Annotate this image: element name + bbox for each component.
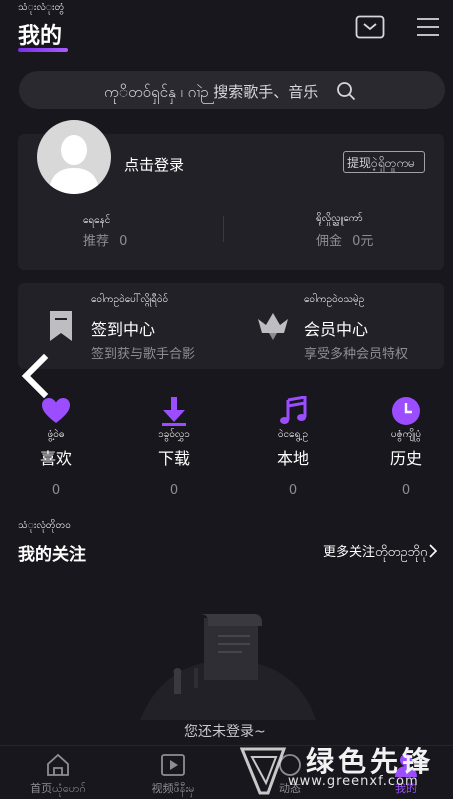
quick-download-count: 0 <box>169 483 179 498</box>
crown-icon[interactable] <box>256 309 290 341</box>
quick-history-label: 历史 <box>389 449 422 468</box>
quick-download[interactable]: ၥခွဝ်လွှၥ 下载 0 <box>134 396 214 498</box>
vip-center[interactable]: 会员中心 <box>304 316 368 340</box>
user-avatar-icon <box>49 135 99 194</box>
quick-favorite-count: 0 <box>51 483 61 498</box>
home-icon <box>47 753 69 776</box>
sign-in-subtitle: ဝေါကဥဝဲပေါ်လ္ဂိုရီဝဲဝ် <box>91 294 169 305</box>
back-arrow-icon[interactable] <box>18 354 50 398</box>
more-follow-link[interactable]: 更多关注တိုတဥဘိုဂု <box>323 541 427 563</box>
clock-icon <box>392 397 420 425</box>
commission-stat[interactable]: 佣金 0元 <box>316 230 373 249</box>
message-icon[interactable] <box>355 15 385 39</box>
page-title-subtitle: သံုးလံုးတွံ <box>18 2 65 13</box>
follow-title: 我的关注 <box>18 545 86 565</box>
sign-in-center[interactable]: 签到中心 <box>91 316 155 340</box>
heart-icon <box>42 398 70 423</box>
nav-item-video[interactable]: 视频ဖီနီးမှ <box>133 752 213 798</box>
nav-label-home: 首页ယုံဟေဂ် <box>30 782 86 795</box>
recommend-count: 0 <box>119 234 128 249</box>
stat-divider <box>223 216 224 242</box>
music-note-icon <box>280 396 307 424</box>
nav-label-video: 视频ဖီနီးမှ <box>151 782 195 795</box>
search-placeholder[interactable]: ကုိတဝ်ရှင်နှ ၊ ဂၢဲဉ 搜索歌手、音乐 <box>104 81 318 105</box>
quick-local-label: 本地 <box>276 449 309 468</box>
login-link[interactable]: 点击登录 <box>124 154 184 175</box>
page-title: 我的 <box>18 24 63 49</box>
avatar[interactable] <box>37 120 111 194</box>
quick-download-subtitle: ၥခွဝ်လွှၥ <box>158 429 190 440</box>
chevron-right-icon[interactable] <box>428 544 438 558</box>
nav-item-home[interactable]: 首页ယုံဟေဂ် <box>18 752 98 798</box>
watermark-url: www.greenxf.com <box>288 774 419 789</box>
quick-local[interactable]: ဝဲငရွေ့ဥ 本地 0 <box>253 396 333 498</box>
quick-local-subtitle: ဝဲငရွေ့ဥ <box>277 429 309 440</box>
quick-favorite-subtitle: ဖွံ့ဝဲဓ <box>47 429 65 440</box>
quick-favorite[interactable]: ဖွံ့ဝဲဓ 喜欢 0 <box>16 396 96 498</box>
quick-local-count: 0 <box>288 483 298 498</box>
vip-subtitle: ဝေါကဥဝဲဝသမဲ့ဥ <box>304 294 365 305</box>
commission-value: 0元 <box>352 234 374 249</box>
follow-subtitle: သံုးလုံတိုတဝ <box>18 520 71 531</box>
quick-download-label: 下载 <box>157 449 190 468</box>
recommend-stat[interactable]: 推荐 0 <box>83 230 127 249</box>
empty-state-illustration <box>140 614 316 720</box>
video-icon <box>161 754 185 776</box>
bookmark-icon[interactable] <box>48 309 74 343</box>
download-icon <box>162 397 186 426</box>
menu-icon[interactable] <box>416 16 440 38</box>
withdraw-button[interactable]: 提现ဝဲ့ရှိတူကမ <box>343 151 425 173</box>
recommend-subtitle: ရေနေင် <box>83 215 111 226</box>
commission-subtitle: ရိုလှိုလ္ညူကော် <box>316 213 363 224</box>
quick-history-subtitle: ပဇွံကျိုပွံ <box>390 429 422 440</box>
quick-favorite-label: 喜欢 <box>39 449 72 468</box>
quick-history-count: 0 <box>401 483 411 498</box>
recommend-label: 推荐 <box>83 234 110 249</box>
sign-in-description: 签到获与歌手合影 <box>91 347 196 362</box>
search-icon[interactable] <box>336 81 356 101</box>
title-underline <box>18 48 68 52</box>
quick-history[interactable]: ပဇွံကျိုပွံ 历史 0 <box>366 396 446 498</box>
commission-label: 佣金 <box>316 234 343 249</box>
vip-description: 享受多种会员特权 <box>304 347 409 362</box>
